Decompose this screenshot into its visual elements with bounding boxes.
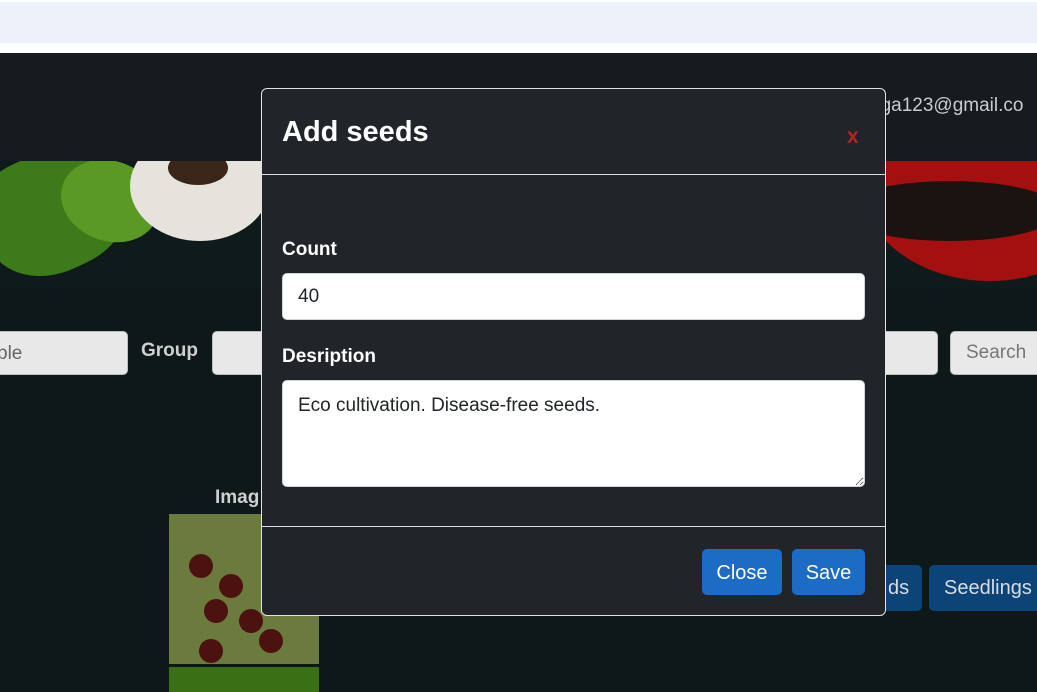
close-button[interactable]: Close — [702, 549, 782, 595]
modal-footer-divider — [262, 526, 885, 527]
name-filter-value: ble — [0, 343, 23, 364]
tomato-berry — [204, 599, 228, 623]
add-seeds-modal: Add seeds x Count Desription Eco cultiva… — [261, 88, 886, 616]
product-thumbnail — [169, 667, 319, 692]
tomato-berry — [259, 629, 283, 653]
image-column-header: Imag — [215, 487, 260, 508]
count-input[interactable] — [282, 273, 865, 320]
tomato-berry — [219, 574, 243, 598]
close-icon[interactable]: x — [847, 126, 859, 147]
tomato-berry — [189, 554, 213, 578]
modal-title: Add seeds — [282, 116, 429, 148]
description-textarea[interactable]: Eco cultivation. Disease-free seeds. — [282, 380, 865, 487]
count-label: Count — [282, 239, 337, 260]
save-button[interactable]: Save — [792, 549, 865, 595]
group-label: Group — [141, 340, 198, 361]
user-email-link[interactable]: nga123@gmail.co — [870, 95, 1023, 117]
browser-address-bar — [0, 2, 1037, 43]
description-label: Desription — [282, 346, 376, 367]
tomato-berry — [199, 639, 223, 663]
modal-header-divider — [262, 174, 885, 175]
name-filter-input[interactable]: ble — [0, 331, 128, 375]
search-button[interactable]: Search — [950, 331, 1037, 375]
browser-top-area — [0, 0, 1037, 53]
tomato-berry — [239, 609, 263, 633]
seedlings-tab-button[interactable]: Seedlings — [929, 565, 1037, 611]
